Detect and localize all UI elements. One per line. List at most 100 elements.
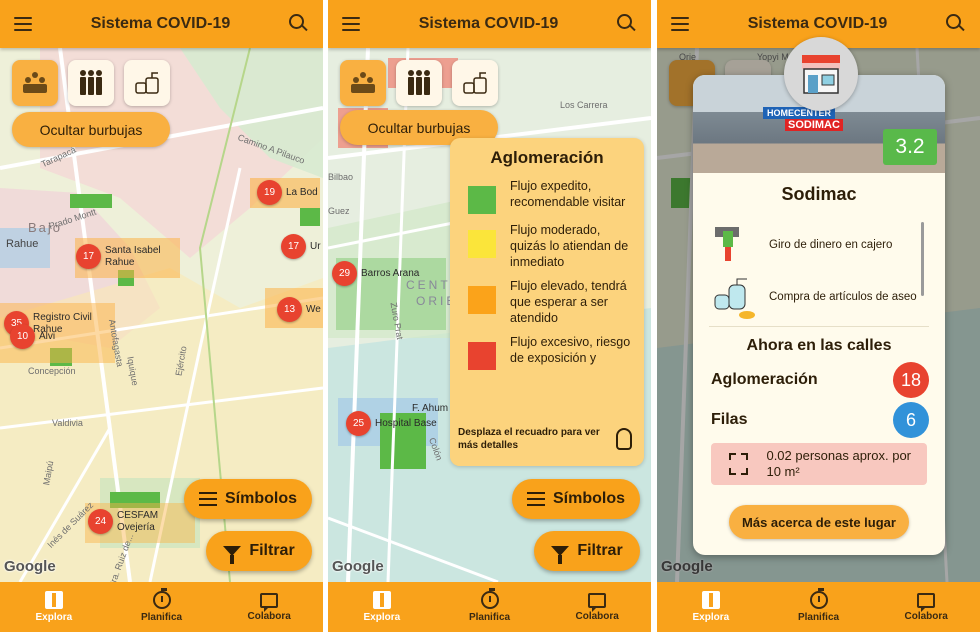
metric-label: Filas xyxy=(711,411,748,428)
app-title: Sistema COVID-19 xyxy=(747,15,888,32)
symbols-button[interactable]: Símbolos xyxy=(184,479,312,519)
density-info: 0.02 personas aprox. por 10 m² xyxy=(711,443,927,485)
screen-legend: Sistema COVID-19 Los Carrera Bilbao Guez… xyxy=(328,0,651,632)
queue-metric: Filas 6 xyxy=(711,402,929,438)
nav-label: Planifica xyxy=(797,612,840,623)
queue-filter-button[interactable] xyxy=(68,60,114,106)
place-bubble[interactable]: 19 La Bod xyxy=(257,180,318,205)
chat-icon xyxy=(260,592,279,612)
legend-item: Flujo expedito, recomendable visitar xyxy=(460,178,634,214)
legend-title: Aglomeración xyxy=(490,148,604,167)
street-label: Rahue xyxy=(6,238,39,250)
store-name: Sodimac xyxy=(781,184,857,204)
service-text: Giro de dinero en cajero xyxy=(769,239,893,251)
app-title: Sistema COVID-19 xyxy=(90,15,231,32)
place-bubble[interactable]: 13 We xyxy=(277,297,321,322)
crowd-count: 10 xyxy=(10,324,35,349)
services-list[interactable]: Giro de dinero en cajero Compra de artíc… xyxy=(709,219,929,327)
place-bubble[interactable]: 24 CESFAM Ovejería xyxy=(88,509,158,534)
place-bubble[interactable]: 10 Alvi xyxy=(10,324,55,349)
legend-text: Flujo elevado, tendrá que esperar a ser … xyxy=(510,279,627,325)
nav-label: Explora xyxy=(363,612,401,623)
stopwatch-icon xyxy=(152,588,171,609)
legend-panel[interactable]: Aglomeración Flujo expedito, recomendabl… xyxy=(450,138,644,466)
legend-text: Flujo moderado, quizás lo atiendan de in… xyxy=(510,223,629,269)
place-name: Hospital Base xyxy=(375,417,437,429)
legend-text: Flujo expedito, recomendable visitar xyxy=(510,179,626,209)
search-icon[interactable] xyxy=(616,14,637,34)
street-label: Bilbao xyxy=(328,172,354,182)
search-icon[interactable] xyxy=(288,14,309,34)
nav-label: Colabora xyxy=(904,610,948,622)
street-label: Concepción xyxy=(28,366,76,376)
google-logo: Google xyxy=(4,558,56,575)
bottom-nav: Explora Planifica Colabora xyxy=(657,582,980,632)
legend-swatch xyxy=(468,342,496,370)
more-info-button[interactable]: Más acerca de este lugar xyxy=(729,505,909,539)
crowd-count: 29 xyxy=(332,261,357,286)
menu-icon[interactable] xyxy=(342,17,360,31)
legend-item: Flujo moderado, quizás lo atiendan de in… xyxy=(460,222,634,270)
chat-icon xyxy=(917,592,936,612)
search-icon[interactable] xyxy=(945,14,966,34)
place-name: Alvi xyxy=(39,330,56,342)
map-icon xyxy=(701,591,720,609)
nav-label: Planifica xyxy=(468,612,511,623)
legend-swatch xyxy=(468,286,496,314)
symbols-button[interactable]: Símbolos xyxy=(512,479,640,519)
legend-swatch xyxy=(468,230,496,258)
store-category-avatar xyxy=(784,37,858,111)
legend-swatch xyxy=(468,186,496,214)
filter-label: Filtrar xyxy=(577,542,623,559)
rating-badge: 3.2 xyxy=(883,129,937,165)
filter-button[interactable]: Filtrar xyxy=(206,531,312,571)
crowd-filter-button[interactable] xyxy=(340,60,386,106)
place-bubble[interactable]: 29 Barros Arana xyxy=(332,261,419,286)
density-text: 0.02 personas aprox. por 10 m² xyxy=(766,448,912,479)
filter-label: Filtrar xyxy=(249,542,295,559)
hygiene-products-icon xyxy=(463,72,487,94)
place-name: La Bod xyxy=(286,186,318,198)
nav-plan[interactable]: Planifica xyxy=(765,582,873,632)
place-bubble[interactable]: 17 Santa Isabel Rahue xyxy=(76,244,161,269)
nav-collab[interactable]: Colabora xyxy=(215,582,323,632)
nav-explore[interactable]: Explora xyxy=(657,582,765,632)
crowd-count: 13 xyxy=(277,297,302,322)
nav-plan[interactable]: Planifica xyxy=(436,582,544,632)
crowd-metric: Aglomeración 18 xyxy=(711,362,929,398)
services-scrollbar[interactable] xyxy=(921,222,924,296)
map-icon xyxy=(44,591,63,609)
stopwatch-icon xyxy=(480,588,499,609)
place-bubble[interactable]: F. Ahum xyxy=(408,403,448,415)
supplies-filter-button[interactable] xyxy=(124,60,170,106)
place-name: CESFAM Ovejería xyxy=(117,509,159,533)
app-bar: Sistema COVID-19 xyxy=(0,0,323,48)
menu-icon[interactable] xyxy=(671,17,689,31)
place-name: Barros Arana xyxy=(361,267,420,279)
hygiene-products-icon xyxy=(135,72,159,94)
crowd-filter-button[interactable] xyxy=(12,60,58,106)
stopwatch-icon xyxy=(809,588,828,609)
filter-icon xyxy=(223,546,242,564)
hide-bubbles-button[interactable]: Ocultar burbujas xyxy=(12,112,170,147)
symbols-label: Símbolos xyxy=(224,490,297,507)
people-queue-icon xyxy=(408,70,430,95)
nav-plan[interactable]: Planifica xyxy=(108,582,216,632)
place-bubble[interactable]: 17 Ur xyxy=(281,234,321,259)
nav-explore[interactable]: Explora xyxy=(0,582,108,632)
filter-button[interactable]: Filtrar xyxy=(534,531,640,571)
crowd-count: 17 xyxy=(76,244,101,269)
service-item: Compra de artículos de aseo xyxy=(709,271,929,323)
nav-label: Planifica xyxy=(140,612,183,623)
people-queue-icon xyxy=(80,70,102,95)
store-icon xyxy=(802,55,840,94)
supplies-filter-button[interactable] xyxy=(452,60,498,106)
nav-collab[interactable]: Colabora xyxy=(872,582,980,632)
nav-explore[interactable]: Explora xyxy=(328,582,436,632)
menu-icon[interactable] xyxy=(14,17,32,31)
queue-filter-button[interactable] xyxy=(396,60,442,106)
street-label: Valdivia xyxy=(52,418,83,428)
place-detail-card: HOMECENTER SODIMAC 3.2 Sodimac Giro de d… xyxy=(693,75,945,555)
nav-collab[interactable]: Colabora xyxy=(543,582,651,632)
service-item: Giro de dinero en cajero xyxy=(709,219,929,271)
